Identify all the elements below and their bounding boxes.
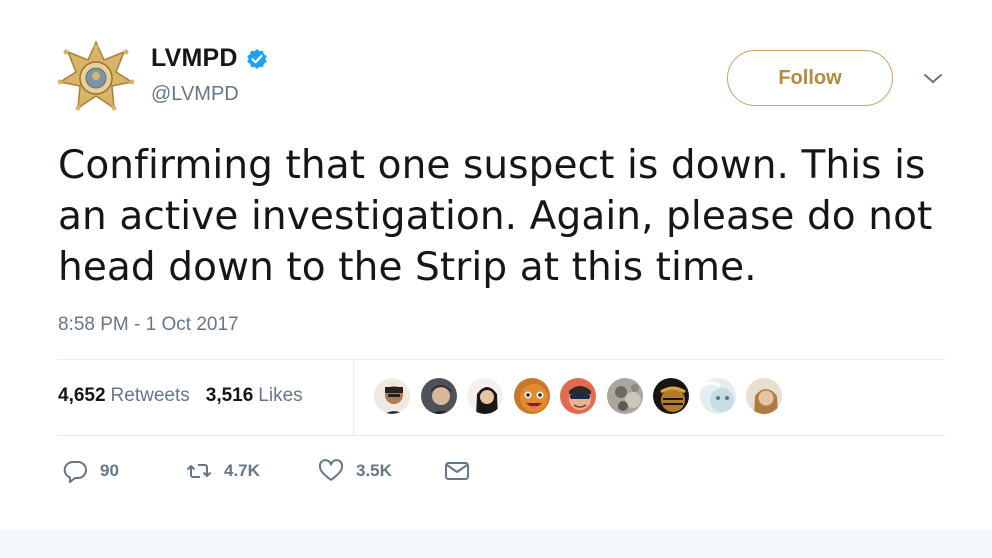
reply-count: 90 [100,461,119,480]
liker-avatar[interactable] [558,376,598,416]
liked-by-avatars [372,376,791,416]
retweet-icon [186,464,212,478]
likes-label[interactable]: Likes [258,385,302,407]
page-footer-strip [0,530,992,558]
tweet-timestamp[interactable]: 8:58 PM - 1 Oct 2017 [58,314,239,336]
liker-avatar[interactable] [465,376,505,416]
tweet-card: LVMPD @LVMPD Follow Confirming that one … [0,0,992,530]
like-count: 3.5K [356,461,392,480]
police-badge-icon[interactable] [57,40,135,112]
user-handle[interactable]: @LVMPD [151,83,239,106]
likes-count[interactable]: 3,516 [206,385,254,407]
retweets-label[interactable]: Retweets [111,385,190,407]
liker-avatar[interactable] [604,376,645,416]
tweet-actions: 90 4.7K 3.5K [62,458,482,488]
divider [58,435,946,436]
retweets-count[interactable]: 4,652 [58,385,106,407]
reply-icon [63,461,87,483]
liker-avatar[interactable] [372,376,412,416]
tweet-text-line: an active investigation. Again, please d… [58,194,933,239]
tweet-text-line: Confirming that one suspect is down. Thi… [58,143,926,188]
stats-divider [353,360,354,435]
direct-message-button[interactable] [444,458,470,484]
liker-avatar[interactable] [511,376,552,416]
divider [58,359,946,360]
display-name[interactable]: LVMPD [151,44,238,73]
liker-avatar[interactable] [744,376,784,416]
retweet-count: 4.7K [224,461,260,480]
tweet-stats: 4,652 Retweets 3,516 Likes [58,385,319,407]
liker-avatar[interactable] [651,376,691,416]
retweet-button[interactable]: 4.7K [186,458,260,484]
follow-button[interactable]: Follow [727,50,893,106]
user-name-row: LVMPD [151,44,268,73]
chevron-down-icon[interactable] [922,70,944,88]
heart-icon [318,459,344,481]
tweet-text: Confirming that one suspect is down. Thi… [58,140,938,293]
tweet-text-line: head down to the Strip at this time. [58,245,757,290]
liker-avatar[interactable] [418,376,459,416]
verified-badge-icon [246,48,268,70]
reply-button[interactable]: 90 [62,458,119,484]
envelope-icon [445,462,469,480]
like-button[interactable]: 3.5K [318,458,392,484]
liker-avatar[interactable] [697,376,738,416]
